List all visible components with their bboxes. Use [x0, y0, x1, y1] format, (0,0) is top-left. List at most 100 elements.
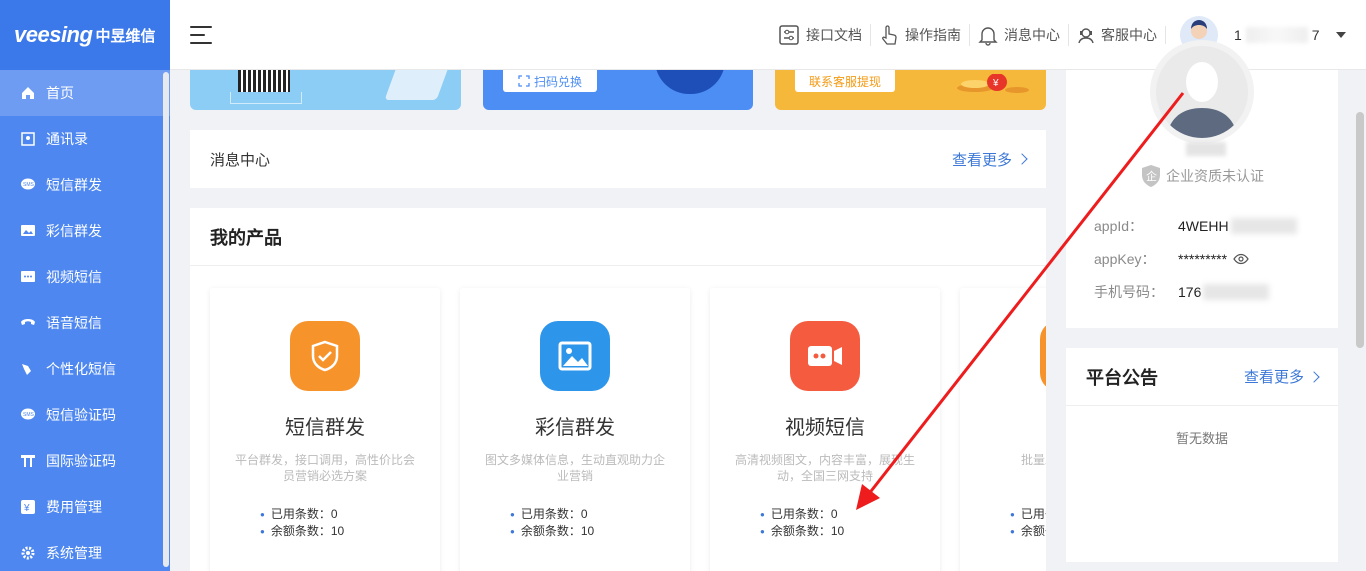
product-icon — [1040, 321, 1046, 391]
sidebar-item-label: 国际验证码 — [46, 453, 116, 469]
product-description: 高清视频图文，内容丰富，展现生动，全国三网支持 — [734, 453, 915, 483]
logo[interactable]: veesing 中昱维信 — [0, 0, 170, 70]
sidebar-item-label: 短信验证码 — [46, 407, 116, 423]
platform-notice-card: 平台公告 查看更多 暂无数据 — [1066, 348, 1338, 562]
appkey-label: appKey： — [1094, 251, 1156, 267]
svg-text:SMS: SMS — [23, 182, 35, 188]
scan-exchange-label: 扫码兑换 — [533, 74, 582, 89]
banner-qrcode[interactable] — [190, 70, 461, 110]
sidebar-item-11[interactable]: 系统管理 — [0, 530, 170, 571]
notice-more-link[interactable]: 查看更多 — [1243, 366, 1320, 387]
sidebar: veesing 中昱维信 首页通讯录 SMS 短信群发彩信群发视频短信 语音短信个性化… — [0, 0, 170, 571]
product-card[interactable]: 视频短信高清视频图文，内容丰富，展现生动，全国三网支持已用条数：0余额条数：10 — [710, 288, 940, 571]
sidebar-item-7[interactable]: 个性化短信 — [0, 346, 170, 392]
sidebar-item-label: 系统管理 — [46, 545, 102, 561]
svg-text:¥: ¥ — [23, 503, 30, 514]
profile-avatar[interactable] — [1150, 40, 1254, 144]
message-center-title: 消息中心 — [210, 151, 271, 169]
product-card[interactable]: 个批量发送一适用于工已用条数余额条数 — [960, 288, 1046, 571]
my-products-title: 我的产品 — [190, 208, 1046, 266]
remaining-count: 余额条数 — [1010, 523, 1046, 540]
chevron-right-icon — [1016, 153, 1028, 165]
sms-icon: SMS — [20, 177, 36, 193]
sidebar-item-4[interactable]: 彩信群发 — [0, 208, 170, 254]
scan-frame-icon — [230, 92, 302, 104]
contact-withdraw-button[interactable]: 联系客服提现 — [795, 70, 895, 92]
sidebar-item-3[interactable]: SMS 短信群发 — [0, 162, 170, 208]
product-description: 图文多媒体信息，生动直观助力企业营销 — [484, 453, 665, 483]
device-illustration — [384, 70, 448, 100]
sidebar-item-2[interactable]: 通讯录 — [0, 116, 170, 162]
phone-value: 176 — [1178, 284, 1202, 300]
sidebar-item-label: 短信群发 — [46, 177, 102, 193]
personalized-icon — [20, 361, 36, 377]
product-name: 短信群发 — [285, 417, 365, 439]
product-name: 彩信群发 — [535, 417, 615, 439]
product-card[interactable]: 彩信群发图文多媒体信息，生动直观助力企业营销已用条数：0余额条数：10 — [460, 288, 690, 571]
certification-label: 企业资质未认证 — [1166, 168, 1264, 184]
scan-exchange-button[interactable]: 扫码兑换 — [503, 70, 597, 92]
redacted-text — [1186, 142, 1226, 156]
used-count: 已用条数：0 — [260, 506, 440, 523]
user-account[interactable]: 1 7 — [1234, 26, 1322, 43]
product-stats: 已用条数余额条数 — [1010, 506, 1046, 540]
header-link-api-doc[interactable]: 接口文档 — [770, 23, 871, 46]
sidebar-item-6[interactable]: 语音短信 — [0, 300, 170, 346]
svg-text:企: 企 — [1146, 169, 1157, 183]
product-stats: 已用条数：0余额条数：10 — [510, 506, 690, 540]
sidebar-item-9[interactable]: 国际验证码 — [0, 438, 170, 484]
menu-toggle-icon[interactable] — [190, 25, 212, 44]
header-link-label: 消息中心 — [1004, 26, 1060, 43]
sidebar-item-label: 首页 — [46, 85, 74, 101]
my-products-panel: 我的产品 短信群发平台群发，接口调用，高性价比会员营销必选方案已用条数：0余额条… — [190, 208, 1046, 571]
remaining-count: 余额条数：10 — [760, 523, 940, 540]
more-label: 查看更多 — [1243, 369, 1304, 386]
banner-scan-exchange[interactable]: 扫码兑换 — [483, 70, 753, 110]
page-scrollbar[interactable] — [1356, 112, 1364, 348]
qr-code-icon — [238, 70, 290, 92]
international-icon — [20, 453, 36, 469]
sidebar-item-label: 个性化短信 — [46, 361, 116, 377]
sidebar-item-label: 通讯录 — [46, 131, 88, 147]
header-link-label: 客服中心 — [1101, 26, 1157, 43]
used-count: 已用条数 — [1010, 506, 1046, 523]
phone-label: 手机号码： — [1094, 284, 1164, 300]
hand-pointer-icon — [882, 24, 897, 45]
yen-icon: ¥ — [20, 499, 36, 515]
sidebar-item-10[interactable]: ¥ 费用管理 — [0, 484, 170, 530]
header-link-guide[interactable]: 操作指南 — [871, 23, 970, 46]
used-count: 已用条数：0 — [510, 506, 690, 523]
appkey-value: ********* — [1178, 251, 1228, 267]
sidebar-item-label: 彩信群发 — [46, 223, 102, 239]
picture-icon — [540, 321, 610, 391]
shield-check-icon — [290, 321, 360, 391]
sidebar-item-5[interactable]: 视频短信 — [0, 254, 170, 300]
sidebar-nav: 首页 通讯录 SMS 短信群发 彩信群发 视频短信 语音短信 个性化短信 SMS 短信验证码 国际验… — [0, 70, 170, 571]
logo-brand: veesing — [14, 22, 93, 47]
banner-withdraw[interactable]: 联系客服提现 ¥ — [775, 70, 1046, 110]
remaining-count: 余额条数：10 — [260, 523, 440, 540]
message-more-link[interactable]: 查看更多 — [952, 149, 1028, 170]
phone-icon — [20, 315, 36, 331]
user-id-prefix: 1 — [1234, 26, 1242, 43]
redacted-text — [1245, 26, 1308, 43]
chevron-right-icon — [1308, 370, 1320, 383]
appid-label: appId： — [1094, 218, 1144, 234]
video-message-icon — [20, 269, 36, 285]
product-card[interactable]: 短信群发平台群发，接口调用，高性价比会员营销必选方案已用条数：0余额条数：10 — [210, 288, 440, 571]
user-dropdown-caret-icon[interactable] — [1336, 31, 1346, 38]
sidebar-item-1[interactable]: 首页 — [0, 70, 170, 116]
sidebar-item-8[interactable]: SMS 短信验证码 — [0, 392, 170, 438]
header-link-messages[interactable]: 消息中心 — [970, 23, 1069, 46]
enterprise-shield-icon: 企 — [1142, 165, 1160, 187]
eye-icon[interactable] — [1233, 253, 1249, 265]
sidebar-scrollbar[interactable] — [163, 72, 169, 567]
header-link-support[interactable]: 客服中心 — [1069, 25, 1166, 44]
header-link-label: 接口文档 — [806, 26, 862, 43]
api-doc-icon — [779, 24, 799, 45]
certification-status[interactable]: 企 企业资质未认证 — [1140, 164, 1264, 188]
product-description: 批量发送一适用于工 — [1020, 453, 1046, 467]
sidebar-item-label: 费用管理 — [46, 499, 102, 515]
product-stats: 已用条数：0余额条数：10 — [260, 506, 440, 540]
product-name: 个 — [960, 411, 1046, 440]
